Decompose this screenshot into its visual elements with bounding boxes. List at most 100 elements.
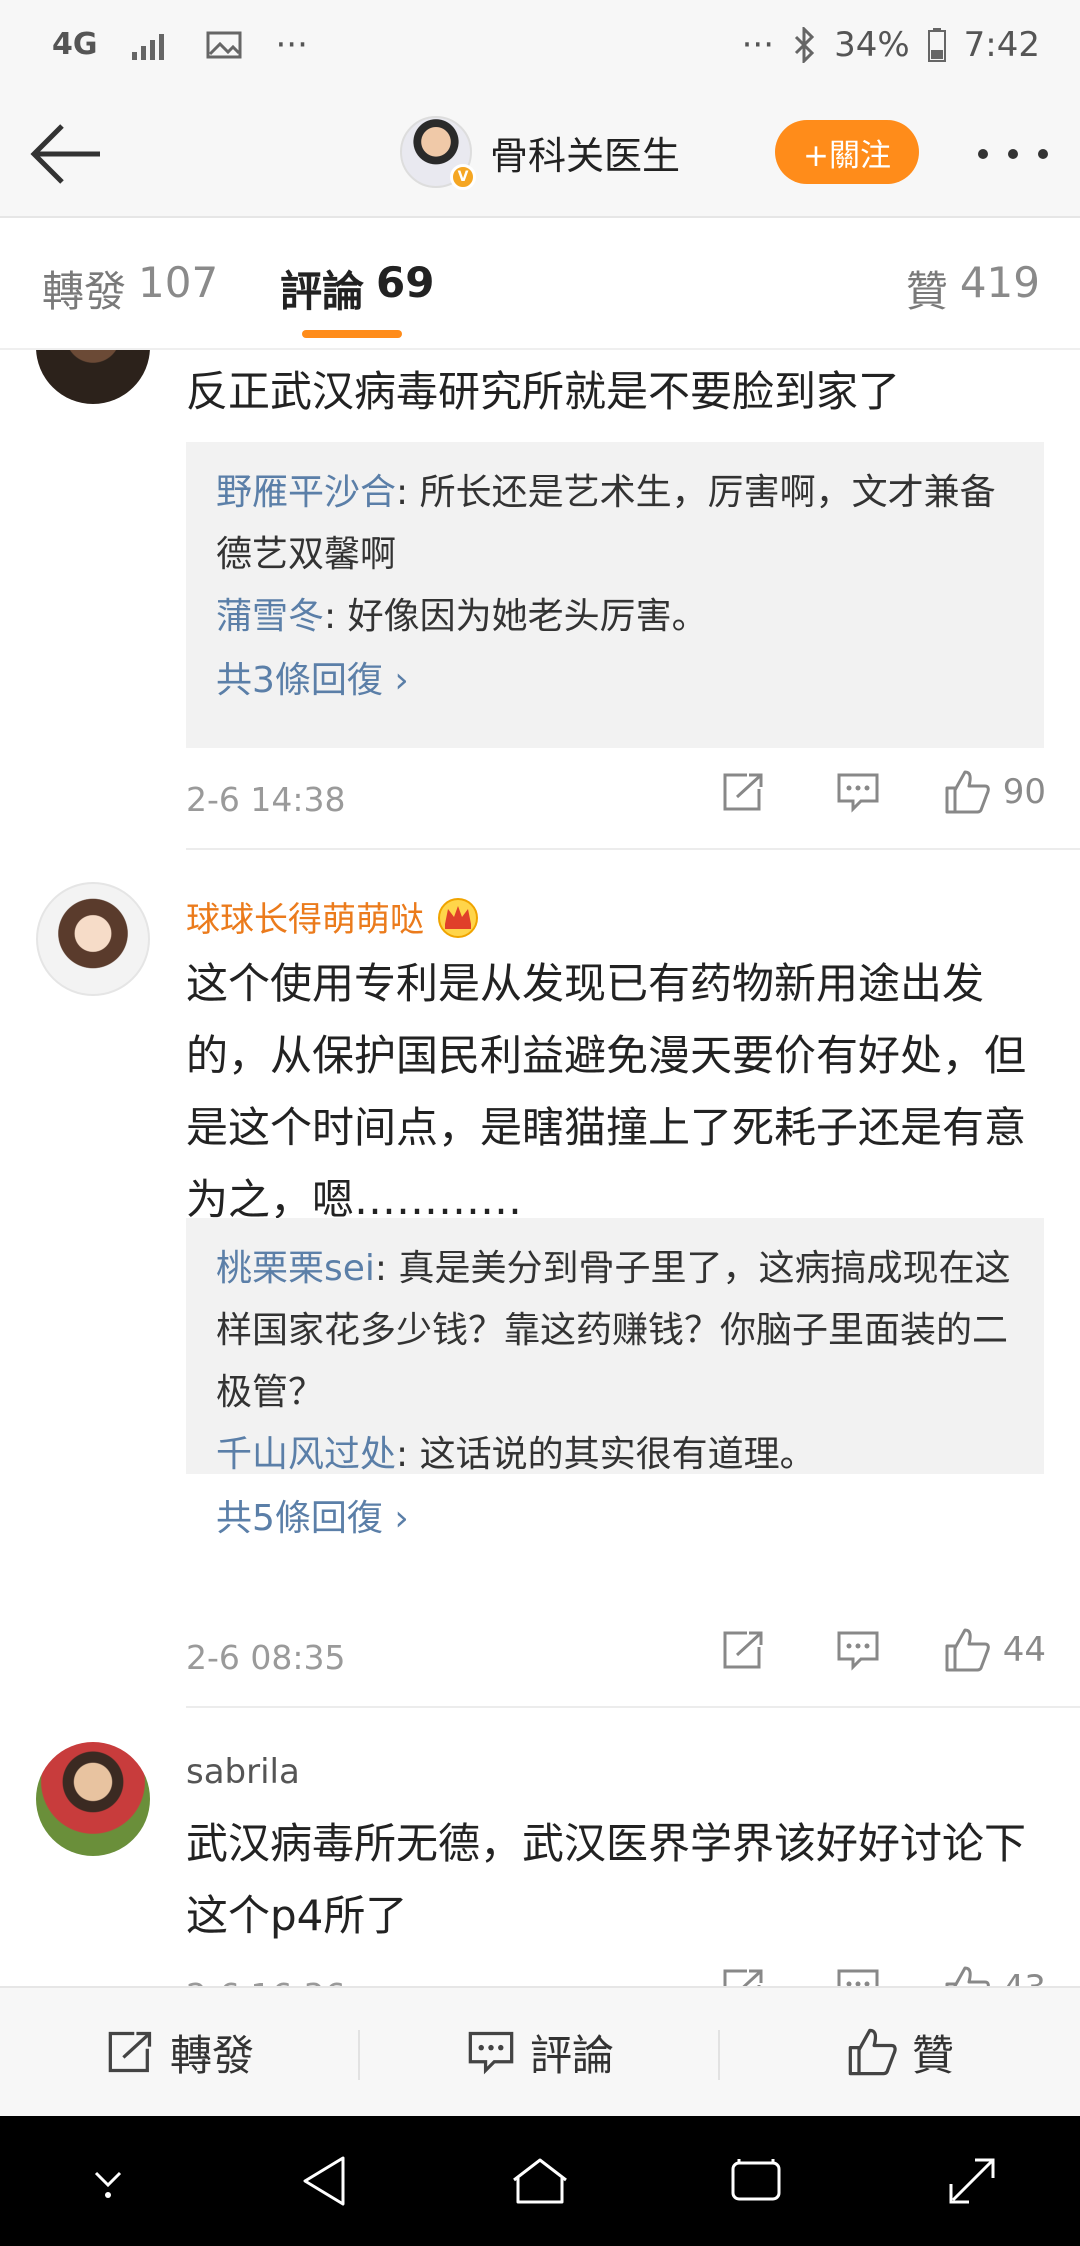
more-notifications: ··· <box>275 25 308 65</box>
expand-icon <box>949 2158 995 2204</box>
share-icon <box>723 1631 763 1669</box>
home-nav-button[interactable] <box>500 2141 580 2221</box>
reply-user[interactable]: 桃栗栗sei <box>216 1248 375 1289</box>
avatar[interactable] <box>36 350 150 404</box>
like-icon <box>945 1966 990 1986</box>
weibo-comments-screen: 4G ··· ··· 34% 7:42 V 骨科关医生 +關注 轉發 107 評… <box>0 0 1080 2246</box>
account-name[interactable]: 骨科关医生 <box>490 125 680 180</box>
tab-likes[interactable]: 贊 419 <box>906 258 1040 319</box>
signal-icon <box>131 34 164 60</box>
hide-nav-button[interactable] <box>68 2141 148 2221</box>
comment-icon <box>468 2031 514 2075</box>
network-type: 4G <box>52 27 98 62</box>
status-bar: 4G ··· ··· 34% 7:42 <box>0 0 1080 90</box>
comment-list[interactable]: 反正武汉病毒研究所就是不要脸到家了 野雁平沙合: 所长还是艺术生，厉害啊，文才兼… <box>0 350 1080 1986</box>
avatar[interactable] <box>36 882 150 996</box>
comment-actions: 44 <box>721 1628 1046 1672</box>
comment-time: 2-6 08:35 <box>186 1638 346 1677</box>
reply-text: : 好像因为她老头厉害。 <box>324 596 708 637</box>
like-icon <box>945 1628 990 1672</box>
image-notification-icon <box>206 31 241 59</box>
battery-percent: 34% <box>834 25 910 65</box>
comment-text: 武汉病毒所无德，武汉医界学界该好好讨论下这个p4所了 <box>186 1819 1027 1940</box>
reply-user[interactable]: 野雁平沙合 <box>216 472 396 513</box>
like-button[interactable]: 43 <box>943 1966 1046 1986</box>
active-tab-indicator <box>302 330 402 338</box>
like-icon <box>848 2028 897 2076</box>
back-button[interactable] <box>28 120 104 188</box>
recents-nav-button[interactable] <box>716 2141 796 2221</box>
verified-badge: V <box>450 164 476 190</box>
bottom-action-bar: 轉發 評論 贊 <box>0 1986 1080 2116</box>
more-dot-icon <box>978 149 988 159</box>
avatar[interactable]: V <box>400 116 476 190</box>
more-dot-icon <box>1038 149 1048 159</box>
comment-time: 2-6 16:36 <box>186 1976 346 1986</box>
like-post-button[interactable]: 贊 <box>720 2022 1080 2083</box>
chevron-down-icon <box>94 2171 122 2198</box>
tab-label: 評論 <box>280 267 365 316</box>
tab-label: 贊 <box>905 267 948 316</box>
follow-button[interactable]: +關注 <box>775 120 919 184</box>
view-more-replies-link[interactable]: 共5條回復 › <box>216 1486 1014 1552</box>
reply-button[interactable] <box>835 1967 881 1986</box>
tab-count: 419 <box>959 258 1040 307</box>
expand-nav-button[interactable] <box>932 2141 1012 2221</box>
reply-item[interactable]: 桃栗栗sei: 真是美分到骨子里了，这病搞成现在这样国家花多少钱？靠这药赚钱？你… <box>216 1238 1014 1424</box>
status-dots: ··· <box>741 25 775 65</box>
system-navigation-bar <box>0 2116 1080 2246</box>
like-button[interactable]: 44 <box>943 1628 1046 1672</box>
comment-text: 这个使用专利是从发现已有药物新用途出发的，从保护国民利益避免漫天要价有好处，但是… <box>186 959 1027 1224</box>
like-count: 43 <box>1003 1968 1046 1986</box>
comment-icon <box>837 1631 879 1671</box>
reply-button[interactable] <box>835 1629 881 1671</box>
share-button[interactable] <box>721 771 767 813</box>
reply-button[interactable] <box>835 771 881 813</box>
commenter-name-row: 球球长得萌萌哒 <box>186 892 480 941</box>
reply-box[interactable]: 桃栗栗sei: 真是美分到骨子里了，这病搞成现在这样国家花多少钱？靠这药赚钱？你… <box>186 1218 1044 1539</box>
share-icon <box>108 2031 152 2073</box>
share-icon <box>723 773 763 811</box>
back-triangle-icon <box>303 2156 345 2206</box>
battery-icon <box>927 28 946 62</box>
top-header: V 骨科关医生 +關注 <box>0 90 1080 218</box>
repost-button[interactable]: 轉發 <box>0 2022 360 2083</box>
more-dot-icon <box>1008 149 1018 159</box>
reply-box[interactable]: 野雁平沙合: 所长还是艺术生，厉害啊，文才兼备德艺双馨啊 蒲雪冬: 好像因为她老… <box>186 442 1044 748</box>
share-button[interactable] <box>721 1629 767 1671</box>
commenter-name[interactable]: sabrila <box>186 1752 300 1792</box>
reply-item[interactable]: 野雁平沙合: 所长还是艺术生，厉害啊，文才兼备德艺双馨啊 <box>216 462 1014 586</box>
reply-user[interactable]: 千山风过处 <box>216 1434 396 1475</box>
comment-button[interactable]: 評論 <box>360 2022 720 2083</box>
comment-footer: 2-6 14:38 90 <box>186 770 1046 830</box>
comment-time: 2-6 14:38 <box>186 780 346 819</box>
tab-count: 107 <box>138 258 219 307</box>
like-icon <box>945 770 990 814</box>
bluetooth-icon <box>795 27 815 63</box>
back-arrow-icon <box>30 124 100 184</box>
comment-label: 評論 <box>529 2030 614 2080</box>
view-more-replies-link[interactable]: 共3條回復 › <box>216 648 1014 714</box>
tab-comments[interactable]: 評論 69 <box>280 258 434 319</box>
home-icon <box>513 2158 567 2204</box>
comment-icon <box>837 773 879 813</box>
recents-icon <box>731 2159 781 2201</box>
tab-label: 轉發 <box>42 267 127 316</box>
repost-label: 轉發 <box>169 2030 254 2080</box>
tab-reposts[interactable]: 轉發 107 <box>42 258 218 319</box>
comment-divider <box>186 1706 1080 1708</box>
share-button[interactable] <box>721 1967 767 1986</box>
reply-item[interactable]: 千山风过处: 这话说的其实很有道理。 <box>216 1424 1014 1486</box>
reply-item[interactable]: 蒲雪冬: 好像因为她老头厉害。 <box>216 586 1014 648</box>
back-nav-button[interactable] <box>284 2141 364 2221</box>
comment-text: 反正武汉病毒研究所就是不要脸到家了 <box>186 367 901 416</box>
comment-actions: 43 <box>721 1966 1046 1986</box>
profile-link[interactable]: V 骨科关医生 <box>400 116 680 190</box>
commenter-name[interactable]: 球球长得萌萌哒 <box>186 892 424 941</box>
more-options-button[interactable] <box>978 134 1048 174</box>
like-button[interactable]: 90 <box>943 770 1046 814</box>
reply-user[interactable]: 蒲雪冬 <box>216 596 324 637</box>
reply-text: : 这话说的其实很有道理。 <box>396 1434 816 1475</box>
comment-actions: 90 <box>721 770 1046 814</box>
avatar[interactable] <box>36 1742 150 1856</box>
